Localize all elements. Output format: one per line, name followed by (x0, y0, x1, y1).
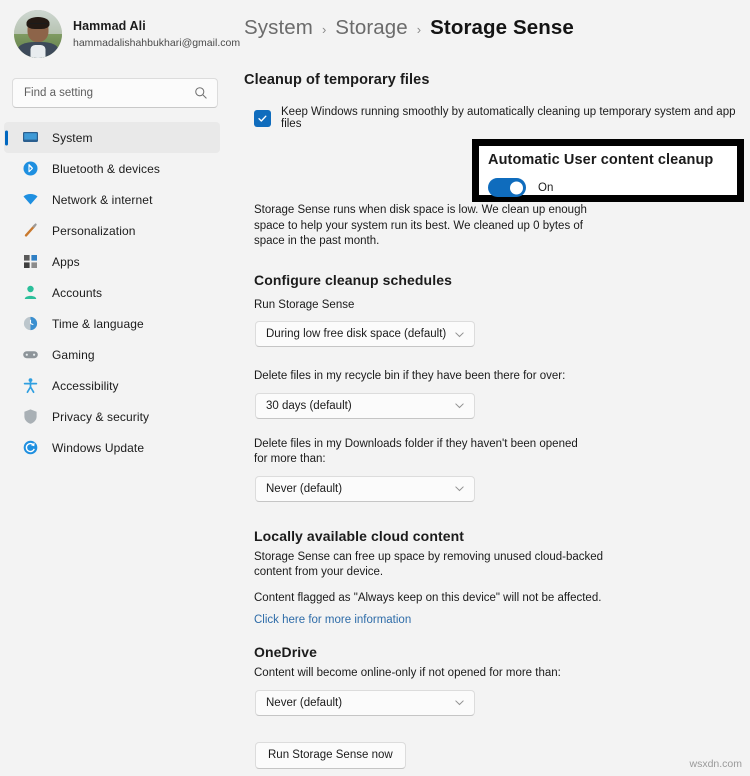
automatic-cleanup-toggle[interactable] (488, 178, 526, 197)
sidebar-item-label: Personalization (52, 223, 136, 238)
dropdown-value: During low free disk space (default) (266, 328, 447, 340)
cleanup-checkbox-row[interactable]: Keep Windows running smoothly by automat… (254, 106, 736, 130)
gamepad-icon (22, 346, 39, 363)
search-input[interactable] (24, 87, 194, 99)
automatic-cleanup-heading: Automatic User content cleanup (488, 152, 714, 168)
chevron-down-icon (455, 403, 464, 409)
sidebar-item-label: Privacy & security (52, 409, 150, 424)
sidebar-item-label: Apps (52, 254, 80, 269)
onedrive-dropdown[interactable]: Never (default) (255, 689, 475, 716)
dropdown-value: Never (default) (266, 696, 343, 709)
cloud-content-description: Storage Sense can free up space by remov… (254, 550, 604, 579)
account-header[interactable]: Hammad Ali hammadalishahbukhari@gmail.co… (0, 0, 241, 70)
bluetooth-icon (22, 160, 39, 177)
downloads-folder-label: Delete files in my Downloads folder if t… (254, 437, 578, 466)
main-content: System › Storage › Storage Sense Cleanup… (232, 0, 750, 776)
toggle-state-label: On (538, 181, 554, 194)
sidebar-item-accounts[interactable]: Accounts (4, 277, 220, 308)
breadcrumb: System › Storage › Storage Sense (244, 12, 736, 56)
recycle-bin-dropdown[interactable]: 30 days (default) (255, 392, 475, 419)
watermark: wsxdn.com (689, 758, 742, 770)
sidebar-item-label: Network & internet (52, 192, 153, 207)
more-information-link[interactable]: Click here for more information (254, 614, 411, 626)
sidebar-item-label: Accounts (52, 285, 103, 300)
storage-sense-description: Storage Sense runs when disk space is lo… (254, 204, 587, 247)
sidebar-item-apps[interactable]: Apps (4, 246, 220, 277)
breadcrumb-system[interactable]: System (244, 16, 313, 40)
sidebar-item-windows-update[interactable]: Windows Update (4, 432, 220, 463)
sidebar-item-time-language[interactable]: Time & language (4, 308, 220, 339)
account-email: hammadalishahbukhari@gmail.com (73, 36, 241, 49)
avatar (14, 10, 62, 58)
chevron-right-icon: › (321, 22, 327, 37)
chevron-right-icon: › (416, 22, 422, 37)
page-title: Storage Sense (430, 16, 574, 39)
configure-schedules-heading: Configure cleanup schedules (254, 271, 452, 288)
settings-window: Hammad Ali hammadalishahbukhari@gmail.co… (0, 0, 750, 776)
account-name: Hammad Ali (73, 18, 146, 33)
cloud-content-note: Content flagged as "Always keep on this … (254, 591, 602, 604)
clock-globe-icon (22, 315, 39, 332)
downloads-folder-dropdown[interactable]: Never (default) (255, 475, 475, 502)
wifi-icon (22, 191, 39, 208)
run-storage-sense-dropdown[interactable]: During low free disk space (default) (255, 321, 475, 347)
sidebar-item-label: Windows Update (52, 440, 145, 455)
accessibility-person-icon (22, 377, 39, 394)
recycle-bin-label: Delete files in my recycle bin if they h… (254, 370, 566, 382)
onedrive-description: Content will become online-only if not o… (254, 667, 561, 679)
update-refresh-icon (22, 439, 39, 456)
monitor-icon (22, 129, 39, 146)
checkbox-checked-icon[interactable] (254, 109, 271, 127)
paintbrush-icon (22, 222, 39, 239)
sidebar-item-label: Accessibility (52, 378, 119, 393)
sidebar-item-label: Gaming (52, 347, 95, 362)
cleanup-checkbox-label: Keep Windows running smoothly by automat… (281, 106, 736, 130)
sidebar-item-accessibility[interactable]: Accessibility (4, 370, 220, 401)
sidebar-item-label: System (52, 130, 93, 145)
shield-icon (22, 408, 39, 425)
breadcrumb-storage[interactable]: Storage (335, 16, 408, 40)
sidebar-item-network-internet[interactable]: Network & internet (4, 184, 220, 215)
sidebar: Hammad Ali hammadalishahbukhari@gmail.co… (0, 0, 241, 776)
chevron-down-icon (455, 486, 464, 492)
chevron-down-icon (455, 331, 464, 337)
sidebar-item-gaming[interactable]: Gaming (4, 339, 220, 370)
run-storage-sense-label: Run Storage Sense (254, 298, 355, 311)
sidebar-item-bluetooth-devices[interactable]: Bluetooth & devices (4, 153, 220, 184)
search-box[interactable] (12, 78, 218, 108)
automatic-cleanup-toggle-row[interactable]: On (488, 178, 737, 197)
dropdown-value: 30 days (default) (266, 399, 352, 412)
search-icon[interactable] (194, 86, 208, 100)
automatic-user-content-cleanup-highlight: Automatic User content cleanup On (472, 139, 744, 202)
person-icon (22, 284, 39, 301)
sidebar-item-system[interactable]: System (4, 122, 220, 153)
sidebar-item-privacy-security[interactable]: Privacy & security (4, 401, 220, 432)
apps-grid-icon (22, 253, 39, 270)
sidebar-nav: System Bluetooth & devices Network & int… (0, 122, 232, 463)
sidebar-item-label: Time & language (52, 316, 144, 331)
onedrive-heading: OneDrive (254, 644, 318, 660)
dropdown-value: Never (default) (266, 482, 343, 495)
cleanup-heading: Cleanup of temporary files (244, 72, 430, 88)
sidebar-item-personalization[interactable]: Personalization (4, 215, 220, 246)
cloud-content-heading: Locally available cloud content (254, 527, 465, 544)
chevron-down-icon (455, 700, 464, 706)
run-storage-sense-now-button[interactable]: Run Storage Sense now (255, 741, 406, 769)
toggle-knob (510, 181, 523, 194)
sidebar-item-label: Bluetooth & devices (52, 161, 160, 176)
